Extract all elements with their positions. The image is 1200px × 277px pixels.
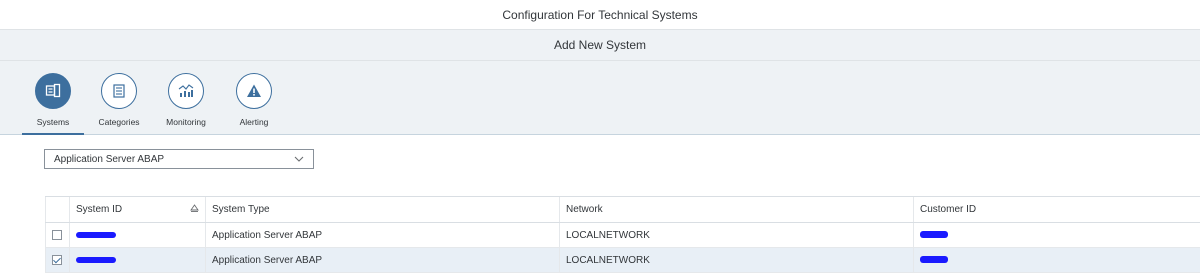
sort-ascending-icon[interactable] [190,204,199,214]
system-type-cell: Application Server ABAP [205,222,560,248]
redacted-value [920,231,948,239]
tab-categories[interactable]: Categories [88,73,150,127]
system-type-cell: Application Server ABAP [205,247,560,273]
column-header-system-id[interactable]: System ID [69,196,206,223]
customer-id-cell [913,222,1200,248]
icon-tab-bar: Systems Categories Monitoring Alerting [0,61,1200,135]
customer-id-cell [913,247,1200,273]
redacted-value [76,256,116,263]
row-checkbox[interactable] [52,254,62,265]
system-id-cell [69,222,206,248]
tab-alerting-label: Alerting [239,117,269,127]
system-type-select-value: Application Server ABAP [54,153,165,165]
list-icon [101,73,137,109]
page-title: Add New System [553,38,647,52]
row-checkbox[interactable] [52,229,62,240]
column-header-network[interactable]: Network [559,196,914,223]
column-header-label: System ID [76,204,123,215]
row-selector[interactable] [45,247,70,273]
column-header-system-type[interactable]: System Type [205,196,560,223]
column-header-customer-id[interactable]: Customer ID [913,196,1200,223]
redacted-value [920,256,948,264]
app-title: Configuration For Technical Systems [502,7,698,22]
column-header-label: System Type [212,204,270,215]
table-row[interactable]: Application Server ABAP LOCALNETWORK [45,247,1200,273]
system-type-select[interactable]: Application Server ABAP [44,149,314,169]
row-selector[interactable] [45,222,70,248]
system-id-cell [69,247,206,273]
tab-monitoring-label: Monitoring [166,117,206,127]
tab-systems[interactable]: Systems [22,73,84,135]
tab-categories-label: Categories [98,117,140,127]
table-header-row: System ID System Type Network Customer I… [45,196,1200,223]
systems-icon [35,73,71,109]
tab-monitoring[interactable]: Monitoring [155,73,217,127]
selected-tab-indicator [22,133,84,135]
select-all-column[interactable] [45,196,70,223]
tab-systems-label: Systems [36,117,70,127]
monitoring-icon [168,73,204,109]
network-cell: LOCALNETWORK [559,222,914,248]
network-cell: LOCALNETWORK [559,247,914,273]
subheader: Add New System [0,29,1200,61]
chevron-down-icon[interactable] [293,153,305,168]
column-header-label: Network [566,204,603,215]
alert-icon [236,73,272,109]
tab-alerting[interactable]: Alerting [223,73,285,127]
shell-header: Configuration For Technical Systems [0,0,1200,29]
redacted-value [76,231,116,238]
column-header-label: Customer ID [920,204,977,215]
systems-table: System ID System Type Network Customer I… [45,196,1200,273]
table-row[interactable]: Application Server ABAP LOCALNETWORK [45,222,1200,248]
